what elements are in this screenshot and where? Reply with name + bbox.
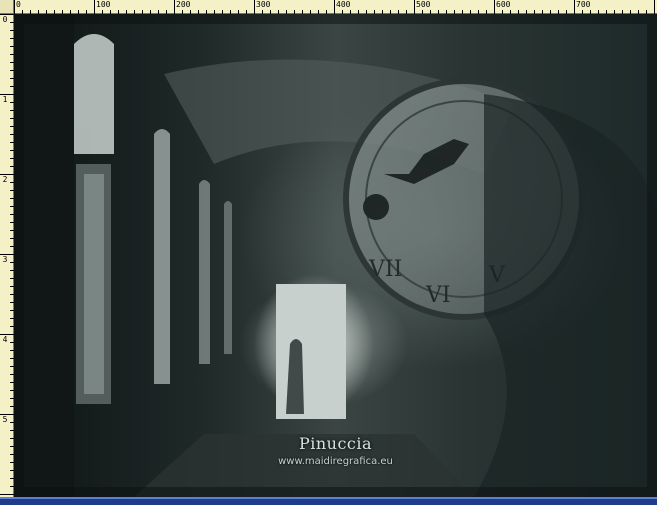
ruler-vlabel-100: 1 (2, 95, 8, 104)
svg-text:VII: VII (368, 257, 402, 282)
ruler-corner (0, 0, 14, 14)
ruler-vlabel-400: 4 (2, 335, 8, 344)
ruler-label-500: 500 (416, 0, 431, 9)
ruler-vlabel-0: 0 (2, 15, 8, 24)
image-canvas[interactable]: VII VI V Pinuccia www.maidiregrafica.eu (14, 14, 657, 497)
strip-highlight (0, 497, 657, 499)
ruler-vlabel-300: 3 (2, 255, 8, 264)
ruler-label-700: 700 (576, 0, 591, 9)
ruler-label-300: 300 (256, 0, 271, 9)
window-bottom-strip (0, 497, 657, 505)
watermark-title: Pinuccia (298, 434, 373, 453)
vertical-ruler: 0 1 2 3 4 5 (0, 14, 14, 497)
ruler-label-600: 600 (496, 0, 511, 9)
ruler-label-0: 0 (16, 0, 21, 9)
ruler-vlabel-200: 2 (2, 175, 8, 184)
ruler-label-100: 100 (96, 0, 111, 9)
far-doorway (276, 284, 346, 419)
gothic-corridor-artwork: VII VI V (14, 14, 657, 497)
ruler-label-400: 400 (336, 0, 351, 9)
ruler-vlabel-500: 5 (2, 415, 8, 424)
watermark-url: www.maidiregrafica.eu (278, 456, 393, 467)
svg-text:VI: VI (425, 283, 451, 308)
horizontal-ruler: 0 100 200 300 400 500 600 700 (0, 0, 657, 14)
ruler-label-200: 200 (176, 0, 191, 9)
